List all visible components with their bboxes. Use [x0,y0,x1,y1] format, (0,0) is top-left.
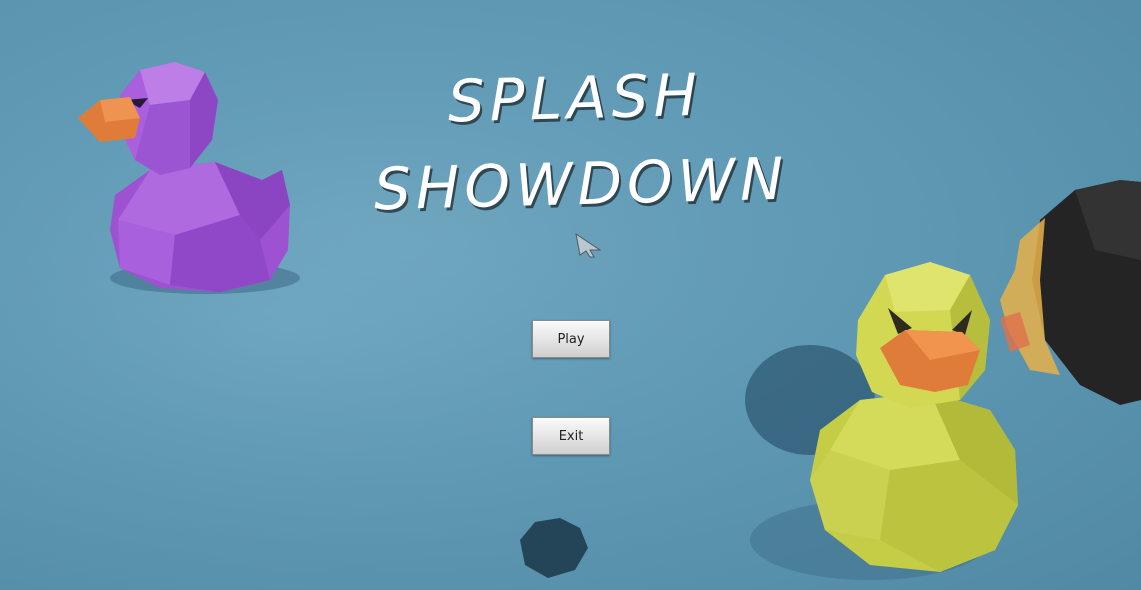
play-button-label: Play [557,331,585,347]
game-title: SPLASH SHOWDOWN [328,48,832,233]
game-scene: SPLASH SHOWDOWN Play Exit [0,0,1141,590]
play-button[interactable]: Play [532,320,610,358]
exit-button[interactable]: Exit [532,417,610,455]
mouse-pointer-icon [575,232,602,258]
title-line-2: SHOWDOWN [373,144,790,224]
exit-button-label: Exit [558,428,584,444]
title-line-1: SPLASH [446,60,703,136]
